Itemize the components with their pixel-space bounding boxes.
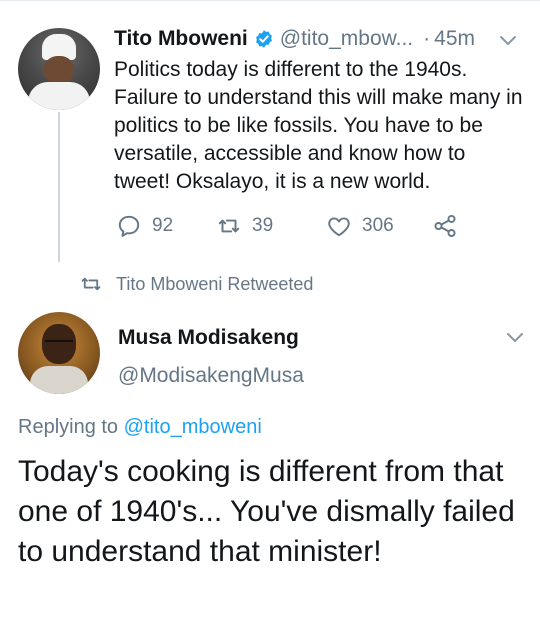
reply-button[interactable]: 92 <box>116 212 173 240</box>
top-divider <box>0 0 540 1</box>
share-icon <box>434 214 456 238</box>
replying-to-line: Replying to @tito_mboweni <box>18 416 262 439</box>
tweet-header: Tito Mboweni @tito_mbow... · 45m <box>114 26 475 52</box>
chevron-down-icon[interactable] <box>505 327 525 347</box>
heart-icon <box>328 217 350 237</box>
avatar-glasses <box>45 340 73 348</box>
chef-coat <box>28 82 90 110</box>
retweet-button[interactable]: 39 <box>216 212 273 240</box>
chevron-down-icon[interactable] <box>498 30 518 50</box>
verified-badge-icon <box>255 30 272 48</box>
separator-dot: · <box>423 27 431 50</box>
avatar-face <box>44 56 74 84</box>
replying-to-prefix: Replying to <box>18 416 119 438</box>
like-count: 306 <box>362 215 394 236</box>
tweet-text: Today's cooking is different from that o… <box>18 455 515 568</box>
tweet-text: Politics today is different to the 1940s… <box>114 58 523 193</box>
display-name[interactable]: Musa Modisakeng <box>118 326 299 350</box>
user-handle[interactable]: @tito_mbow... <box>280 27 413 51</box>
retweet-icon <box>81 277 101 291</box>
share-button[interactable] <box>432 212 458 240</box>
avatar[interactable] <box>18 312 100 394</box>
reply-icon <box>118 215 140 237</box>
retweeted-by-text: Tito Mboweni Retweeted <box>116 273 314 294</box>
display-name[interactable]: Tito Mboweni <box>114 27 248 51</box>
timestamp[interactable]: 45m <box>434 27 475 51</box>
avatar[interactable] <box>18 28 100 110</box>
mention-link[interactable]: @tito_mboweni <box>124 416 262 438</box>
user-handle[interactable]: @ModisakengMusa <box>118 364 304 388</box>
retweeted-by-label[interactable]: Tito Mboweni Retweeted <box>80 273 313 295</box>
avatar-shirt <box>30 366 88 394</box>
reply-count: 92 <box>152 215 174 236</box>
like-button[interactable]: 306 <box>326 212 394 240</box>
thread-connector-line <box>58 112 60 262</box>
retweet-count: 39 <box>252 215 274 236</box>
retweet-icon <box>218 219 240 233</box>
